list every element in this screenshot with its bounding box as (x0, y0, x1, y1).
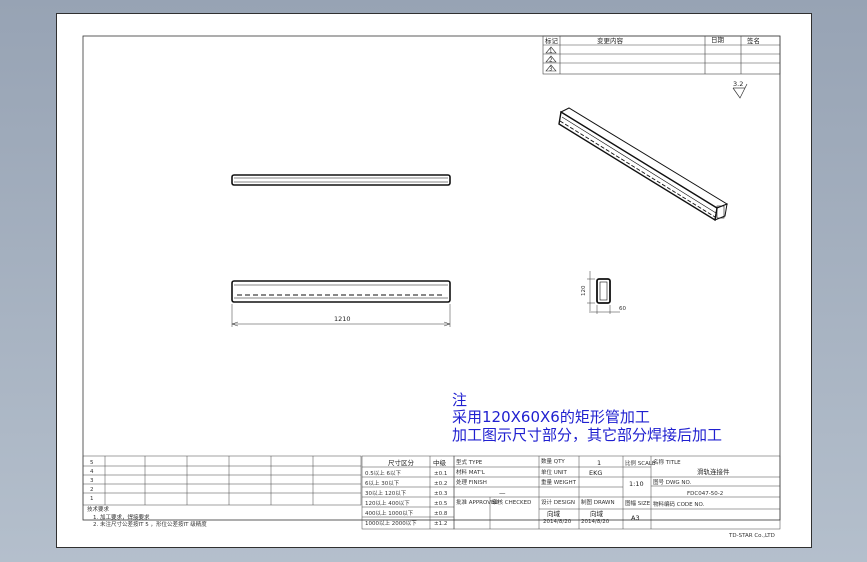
top-view-bar (231, 174, 451, 186)
code-label: 物料编码 CODE NO. (653, 500, 705, 508)
revision-mark-3: 3 (549, 67, 553, 73)
note-line-1: 采用120X60X6的矩形管加工 (452, 408, 650, 426)
drawn-label: 制图 DRAWN (581, 498, 615, 506)
tech-requirement-1: 1. 加工要求，焊接要求 (93, 513, 150, 521)
tolerance-range-4: 120以上 400以下 (365, 499, 410, 507)
type-label: 型式 TYPE (456, 458, 483, 466)
scale-label: 比例 SCALE (625, 459, 656, 467)
design-date: 2014/8/20 (543, 519, 572, 525)
dwg-no-label: 图号 DWG NO. (653, 478, 692, 486)
size-label: 图幅 SIZE (625, 499, 651, 507)
revision-header-date: 日期 (711, 36, 725, 44)
unit-label: 单位 UNIT (541, 468, 568, 476)
drawn-date: 2014/8/20 (581, 519, 610, 525)
title-label: 名称 TITLE (653, 458, 681, 466)
tolerance-header-range: 尺寸区分 (388, 458, 415, 467)
section-view (596, 278, 611, 304)
mark-3: 3 (90, 478, 94, 484)
title-value: 滑轨连接件 (697, 467, 730, 476)
note-title: 注 (452, 391, 467, 409)
cad-viewport[interactable]: 标记 变更内容 日期 签名 1 2 3 3.2 1210 120 60 注 采用… (0, 0, 867, 562)
material-label: 材料 MAT'L (456, 468, 486, 476)
inner-frame (82, 35, 781, 521)
mark-2: 2 (90, 487, 94, 493)
design-label: 设计 DESIGN (541, 498, 575, 506)
tolerance-value-1: ±0.1 (434, 471, 447, 477)
tolerance-value-6: ±1.2 (434, 521, 447, 527)
tolerance-range-1: 0.5以上 6以下 (365, 469, 401, 477)
drawing-sheet: 标记 变更内容 日期 签名 1 2 3 3.2 1210 120 60 注 采用… (56, 13, 812, 548)
size-value: A3 (631, 514, 640, 522)
isometric-view (558, 107, 729, 222)
tech-requirement-2: 2. 未注尺寸公差按IT 5 ，形位公差按IT 级精度 (93, 520, 207, 528)
tech-requirements-title: 技术要求 (87, 505, 110, 513)
qty-label: 数量 QTY (541, 457, 565, 465)
length-dimension-text: 1210 (334, 315, 351, 323)
mark-5: 5 (90, 460, 94, 466)
tolerance-range-2: 6以上 30以下 (365, 479, 400, 487)
mark-4: 4 (90, 469, 94, 475)
tolerance-header-grade: 中级 (433, 458, 447, 467)
marks-table (82, 455, 362, 506)
tolerance-value-5: ±0.8 (434, 511, 448, 517)
revision-header-mark: 标记 (545, 36, 559, 45)
tolerance-range-6: 1000以上 2000以下 (365, 519, 417, 527)
drawn-name: 向域 (590, 509, 604, 518)
dwg-no-value: FDC047-50-2 (687, 491, 723, 497)
front-view-bar (231, 280, 451, 303)
note-line-2: 加工图示尺寸部分，其它部分焊接后加工 (452, 426, 722, 444)
checked-label: 审核 CHECKED (492, 498, 531, 506)
scale-value: 1:10 (629, 480, 644, 488)
design-name: 向域 (547, 509, 561, 518)
finish-label: 处理 FINISH (456, 478, 487, 486)
tolerance-value-4: ±0.5 (434, 501, 448, 507)
finish-value: — (499, 489, 506, 497)
tolerance-value-3: ±0.3 (434, 491, 448, 497)
mark-1: 1 (90, 496, 94, 502)
section-dimensions (587, 271, 620, 314)
revision-header-sign: 签名 (747, 36, 760, 45)
section-width-text: 60 (619, 306, 626, 312)
roughness-value: 3.2 (733, 80, 743, 88)
weight-label: 重量 WEIGHT (541, 478, 577, 486)
qty-value: 1 (597, 459, 601, 467)
revision-mark-1: 1 (549, 49, 553, 55)
tolerance-range-5: 400以上 1000以下 (365, 509, 414, 517)
revision-header-content: 变更内容 (597, 36, 624, 45)
unit-value: EKG (589, 469, 602, 477)
company-name: TD-STAR Co.,LTD (728, 533, 775, 539)
revision-mark-2: 2 (549, 58, 553, 64)
revision-table (542, 35, 781, 75)
tolerance-range-3: 30以上 120以下 (365, 489, 407, 497)
section-height-text: 120 (581, 285, 587, 296)
drawing-canvas: 标记 变更内容 日期 签名 1 2 3 3.2 1210 120 60 注 采用… (82, 35, 781, 539)
tolerance-value-2: ±0.2 (434, 481, 447, 487)
